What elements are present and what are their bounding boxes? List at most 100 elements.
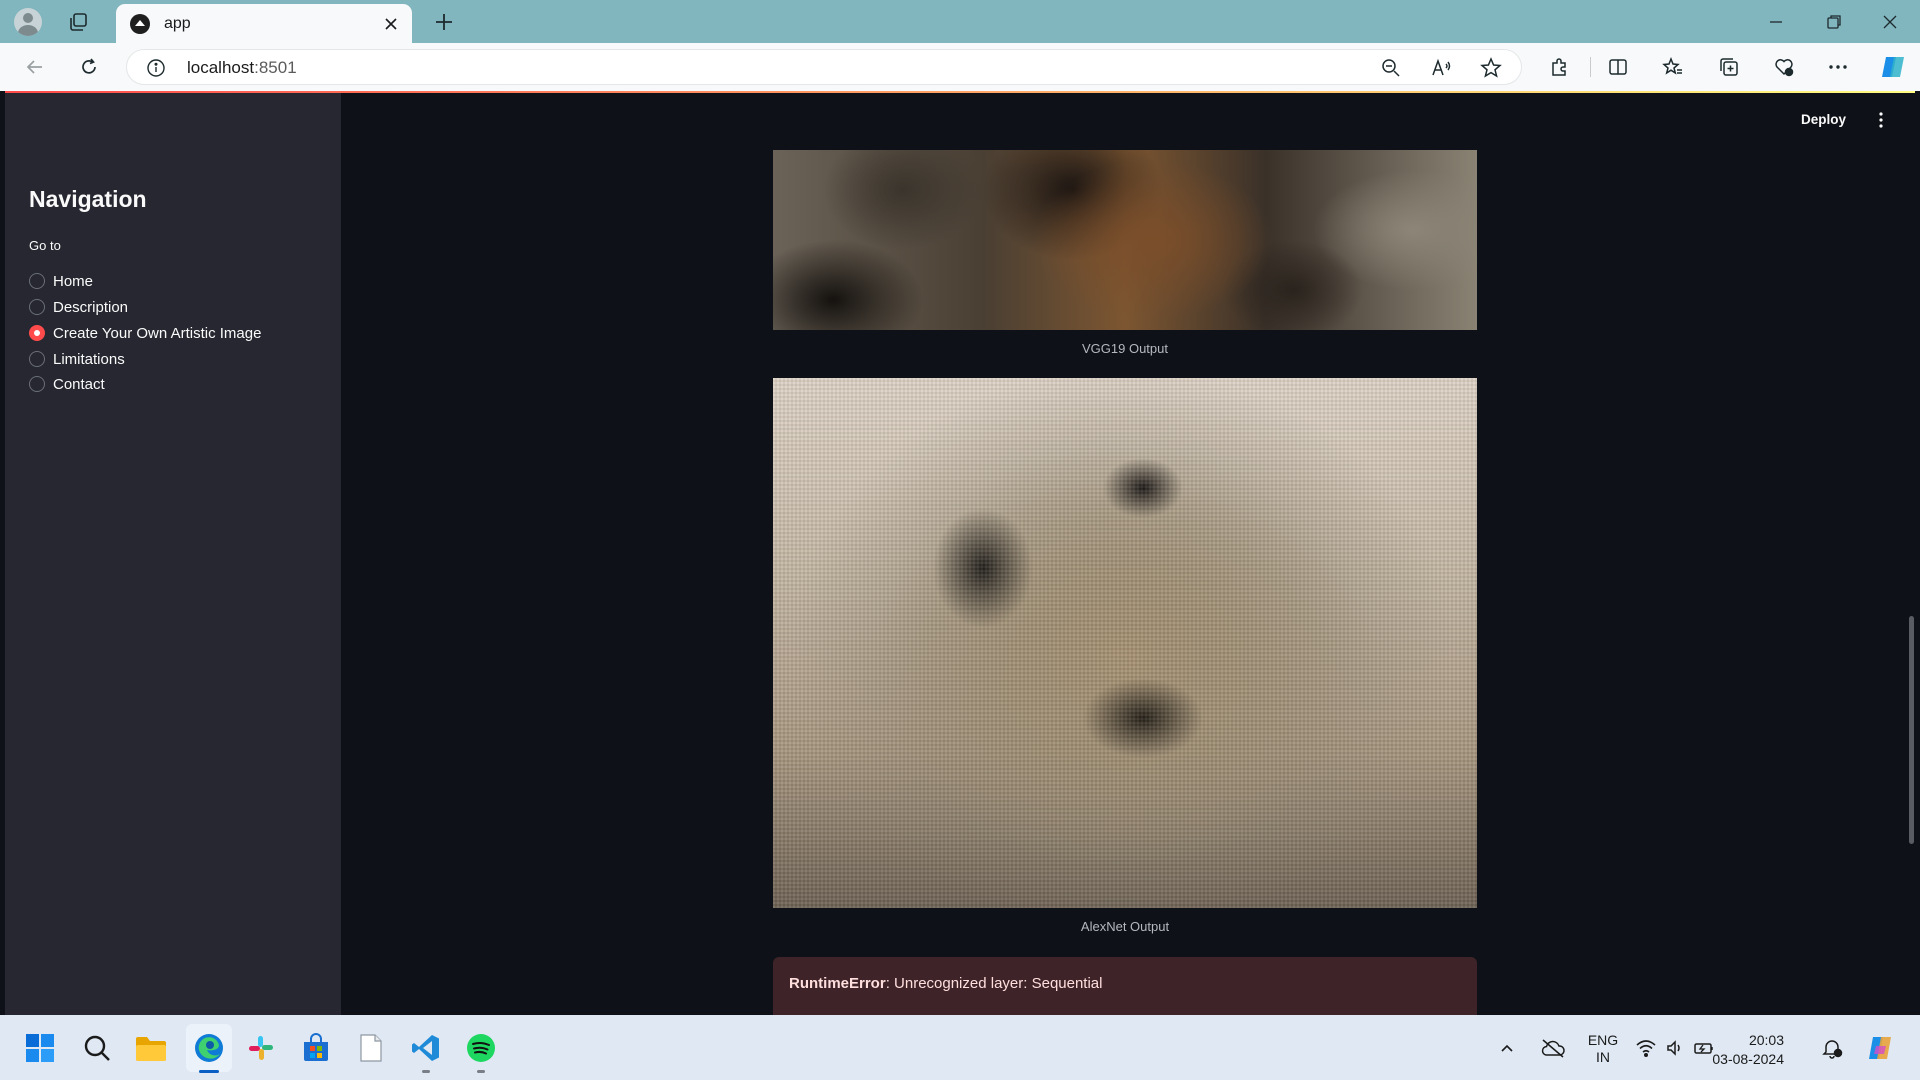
radio-option-description[interactable]: Description — [29, 295, 128, 319]
reload-icon — [82, 58, 96, 74]
extensions-button[interactable] — [1543, 51, 1575, 83]
address-bar[interactable]: localhost:8501 — [126, 49, 1522, 85]
language-indicator[interactable]: ENG IN — [1586, 1032, 1620, 1066]
read-aloud-icon[interactable] — [1429, 56, 1455, 82]
blank-document-icon — [360, 1034, 382, 1062]
radio-group-label: Go to — [29, 238, 61, 253]
spotify-button[interactable] — [462, 1029, 500, 1073]
radio-circle-icon[interactable] — [29, 376, 45, 392]
clock[interactable]: 20:03 03-08-2024 — [1712, 1031, 1784, 1069]
volume-icon — [1667, 1040, 1680, 1056]
vgg19-output-image — [773, 150, 1477, 330]
zoom-out-icon[interactable] — [1379, 56, 1405, 82]
chevron-up-icon — [1501, 1044, 1513, 1052]
radio-option-limitations[interactable]: Limitations — [29, 347, 125, 371]
radio-option-label: Home — [53, 272, 94, 290]
notepad-button[interactable] — [352, 1029, 390, 1067]
minimize-icon — [1770, 21, 1782, 23]
error-type: RuntimeError — [789, 975, 886, 992]
microsoft-store-button[interactable] — [297, 1029, 335, 1067]
slack-button[interactable] — [242, 1029, 280, 1067]
show-hidden-icons-button[interactable] — [1494, 1029, 1520, 1067]
url-port: :8501 — [254, 58, 297, 77]
ellipsis-icon — [1829, 65, 1847, 69]
running-indicator — [199, 1070, 219, 1073]
edge-browser-button[interactable] — [190, 1029, 228, 1073]
tab-close-button[interactable] — [380, 13, 402, 35]
favorites-button[interactable] — [1657, 51, 1689, 83]
sidebar-title: Navigation — [29, 186, 147, 212]
header-decoration-bar — [5, 91, 1915, 93]
arrow-left-icon — [26, 60, 42, 74]
browser-tab-bar: app — [0, 0, 1920, 43]
radio-selected-icon[interactable] — [29, 325, 45, 341]
radio-option-contact[interactable]: Contact — [29, 372, 105, 396]
heart-pulse-icon — [1775, 59, 1794, 77]
radio-option-create-artistic-image[interactable]: Create Your Own Artistic Image — [29, 321, 261, 345]
error-message: RuntimeError: Unrecognized layer: Sequen… — [789, 975, 1102, 992]
copilot-taskbar-button[interactable] — [1860, 1029, 1900, 1067]
favorites-list-icon — [1662, 56, 1682, 75]
new-tab-button[interactable] — [428, 6, 460, 38]
bell-do-not-disturb-icon — [1822, 1040, 1843, 1059]
tab-title: app — [164, 14, 191, 32]
image-caption: VGG19 Output — [1082, 341, 1168, 356]
taskbar-search-button[interactable] — [78, 1029, 116, 1067]
collections-icon — [1720, 58, 1738, 76]
reload-button[interactable] — [72, 51, 106, 83]
back-button[interactable] — [18, 51, 52, 83]
error-alert: RuntimeError: Unrecognized layer: Sequen… — [773, 957, 1477, 1015]
language-code: ENG — [1587, 1032, 1619, 1048]
browser-essentials-button[interactable] — [1768, 51, 1800, 83]
radio-circle-icon[interactable] — [29, 273, 45, 289]
url-text: localhost:8501 — [187, 58, 297, 78]
plus-icon — [436, 14, 452, 30]
tab-app[interactable]: app — [116, 4, 412, 43]
collections-button[interactable] — [1713, 51, 1745, 83]
radio-circle-icon[interactable] — [29, 299, 45, 315]
clock-date: 03-08-2024 — [1712, 1051, 1784, 1067]
main-menu-button[interactable] — [1871, 108, 1891, 132]
close-icon — [385, 18, 397, 30]
window-restore-button[interactable] — [1816, 6, 1852, 38]
cloud-offline-icon — [1541, 1039, 1565, 1058]
error-detail: : Unrecognized layer: Sequential — [885, 975, 1103, 992]
restore-icon — [1827, 15, 1841, 29]
window-close-button[interactable] — [1872, 6, 1908, 38]
deploy-button[interactable]: Deploy — [1801, 112, 1846, 127]
workspaces-button[interactable] — [62, 6, 94, 38]
copilot-icon — [1869, 1037, 1891, 1059]
scrollbar-thumb[interactable] — [1909, 616, 1914, 844]
avatar-icon — [14, 8, 42, 36]
file-explorer-button[interactable] — [132, 1029, 170, 1067]
settings-more-button[interactable] — [1822, 51, 1854, 83]
alexnet-output-image — [773, 378, 1477, 908]
radio-option-label: Limitations — [53, 350, 125, 368]
store-bag-icon — [304, 1033, 328, 1061]
radio-option-label: Description — [53, 298, 129, 316]
profile-avatar[interactable] — [12, 6, 44, 38]
notifications-button[interactable] — [1817, 1029, 1847, 1067]
start-button[interactable] — [21, 1029, 59, 1067]
copilot-icon — [1882, 57, 1904, 77]
region-code: IN — [1596, 1049, 1610, 1065]
radio-option-label: Contact — [53, 375, 105, 393]
copilot-button[interactable] — [1876, 50, 1910, 84]
vscode-button[interactable] — [407, 1029, 445, 1073]
site-info-icon[interactable] — [145, 57, 167, 79]
folder-icon — [136, 1037, 166, 1061]
sidebar: Navigation Go to Home Description Create… — [5, 91, 341, 1015]
kebab-menu-icon — [1879, 112, 1883, 128]
spotify-icon — [467, 1034, 495, 1062]
radio-circle-icon[interactable] — [29, 351, 45, 367]
add-favorite-star-icon[interactable] — [1479, 56, 1505, 82]
window-minimize-button[interactable] — [1758, 6, 1794, 38]
split-screen-icon — [1609, 59, 1627, 75]
running-indicator — [422, 1070, 430, 1073]
radio-option-home[interactable]: Home — [29, 269, 93, 293]
running-indicator — [477, 1070, 485, 1073]
split-screen-button[interactable] — [1602, 51, 1634, 83]
slack-icon — [249, 1036, 273, 1060]
onedrive-button[interactable] — [1536, 1029, 1570, 1067]
puzzle-icon — [1552, 58, 1566, 76]
